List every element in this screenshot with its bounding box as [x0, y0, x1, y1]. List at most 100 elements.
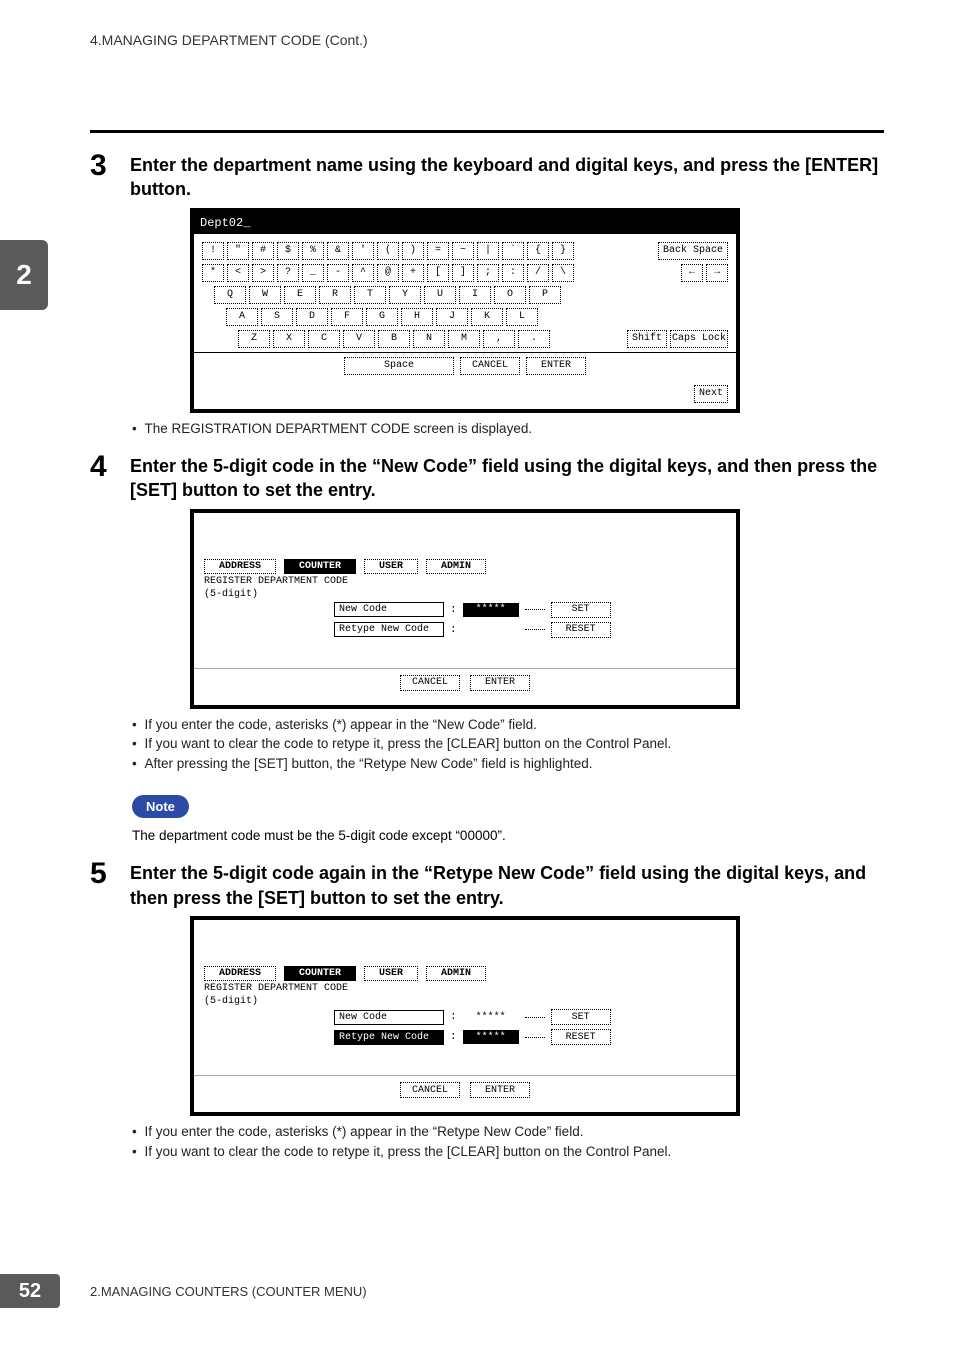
key[interactable]: I [459, 286, 491, 304]
key[interactable]: K [471, 308, 503, 326]
key[interactable]: F [331, 308, 363, 326]
tab-address[interactable]: ADDRESS [204, 559, 276, 574]
key[interactable]: D [296, 308, 328, 326]
key[interactable]: P [529, 286, 561, 304]
key[interactable]: ( [377, 242, 399, 260]
connector-line [525, 1037, 545, 1038]
key[interactable]: } [552, 242, 574, 260]
enter-button[interactable]: ENTER [470, 1082, 530, 1098]
retype-code-value[interactable]: ***** [463, 1030, 519, 1044]
key[interactable]: . [518, 330, 550, 348]
enter-button[interactable]: ENTER [470, 675, 530, 691]
tab-user[interactable]: USER [364, 966, 418, 981]
capslock-key[interactable]: Caps Lock [670, 330, 728, 348]
key[interactable]: G [366, 308, 398, 326]
key[interactable]: & [327, 242, 349, 260]
key[interactable]: ] [452, 264, 474, 282]
key[interactable]: L [506, 308, 538, 326]
key[interactable]: U [424, 286, 456, 304]
key[interactable]: ; [477, 264, 499, 282]
reset-button[interactable]: RESET [551, 622, 611, 638]
set-button[interactable]: SET [551, 602, 611, 618]
space-key[interactable]: Space [344, 357, 454, 375]
key[interactable]: $ [277, 242, 299, 260]
key[interactable]: , [483, 330, 515, 348]
key[interactable]: Z [238, 330, 270, 348]
tab-counter[interactable]: COUNTER [284, 966, 356, 981]
new-code-value[interactable]: ***** [463, 603, 519, 617]
key[interactable]: M [448, 330, 480, 348]
key[interactable]: C [308, 330, 340, 348]
key[interactable]: \ [552, 264, 574, 282]
key[interactable]: : [502, 264, 524, 282]
key[interactable]: # [252, 242, 274, 260]
key[interactable]: O [494, 286, 526, 304]
retype-code-label: Retype New Code [334, 1030, 444, 1045]
shift-key[interactable]: Shift [627, 330, 667, 348]
tab-counter[interactable]: COUNTER [284, 559, 356, 574]
key[interactable]: { [527, 242, 549, 260]
key[interactable]: ! [202, 242, 224, 260]
arrow-right-key[interactable]: → [706, 264, 728, 282]
key[interactable]: ~ [452, 242, 474, 260]
key[interactable]: ' [352, 242, 374, 260]
key[interactable]: N [413, 330, 445, 348]
key[interactable]: _ [302, 264, 324, 282]
tab-address[interactable]: ADDRESS [204, 966, 276, 981]
key[interactable]: @ [377, 264, 399, 282]
arrow-left-key[interactable]: ← [681, 264, 703, 282]
footer-chapter-title: 2.MANAGING COUNTERS (COUNTER MENU) [90, 1284, 367, 1299]
tab-admin[interactable]: ADMIN [426, 966, 486, 981]
set-button[interactable]: SET [551, 1009, 611, 1025]
cancel-button[interactable]: CANCEL [400, 1082, 460, 1098]
backspace-key[interactable]: Back Space [658, 242, 728, 260]
colon: : [450, 604, 457, 616]
key[interactable]: " [227, 242, 249, 260]
key[interactable]: W [249, 286, 281, 304]
key[interactable]: X [273, 330, 305, 348]
tab-admin[interactable]: ADMIN [426, 559, 486, 574]
key[interactable]: S [261, 308, 293, 326]
key[interactable]: ) [402, 242, 424, 260]
key[interactable]: J [436, 308, 468, 326]
key[interactable]: A [226, 308, 258, 326]
key[interactable]: Q [214, 286, 246, 304]
screen-subtitle: (5-digit) [194, 994, 736, 1007]
key[interactable]: * [202, 264, 224, 282]
key[interactable]: [ [427, 264, 449, 282]
key[interactable]: - [327, 264, 349, 282]
key[interactable]: R [319, 286, 351, 304]
key[interactable]: E [284, 286, 316, 304]
key[interactable]: | [477, 242, 499, 260]
step-number: 4 [90, 452, 130, 482]
key[interactable]: ` [502, 242, 524, 260]
reset-button[interactable]: RESET [551, 1029, 611, 1045]
key[interactable]: B [378, 330, 410, 348]
key[interactable]: Y [389, 286, 421, 304]
key[interactable]: % [302, 242, 324, 260]
key[interactable]: < [227, 264, 249, 282]
enter-button[interactable]: ENTER [526, 357, 586, 375]
new-code-label: New Code [334, 602, 444, 617]
cancel-button[interactable]: CANCEL [400, 675, 460, 691]
key[interactable]: ? [277, 264, 299, 282]
register-code-screenshot-2: ADDRESS COUNTER USER ADMIN REGISTER DEPA… [190, 916, 740, 1116]
key[interactable]: > [252, 264, 274, 282]
connector-line [525, 609, 545, 610]
keyboard-title-bar: Dept02_ [194, 212, 736, 234]
next-button[interactable]: Next [694, 385, 728, 403]
tab-user[interactable]: USER [364, 559, 418, 574]
retype-code-label: Retype New Code [334, 622, 444, 637]
colon: : [450, 1011, 457, 1023]
key[interactable]: ^ [352, 264, 374, 282]
cancel-button[interactable]: CANCEL [460, 357, 520, 375]
key[interactable]: V [343, 330, 375, 348]
key[interactable]: + [402, 264, 424, 282]
key[interactable]: T [354, 286, 386, 304]
key[interactable]: H [401, 308, 433, 326]
section-header: 4.MANAGING DEPARTMENT CODE (Cont.) [90, 32, 368, 48]
key[interactable]: / [527, 264, 549, 282]
new-code-value[interactable]: ***** [463, 1010, 519, 1024]
key[interactable]: = [427, 242, 449, 260]
retype-code-value[interactable] [463, 623, 519, 637]
